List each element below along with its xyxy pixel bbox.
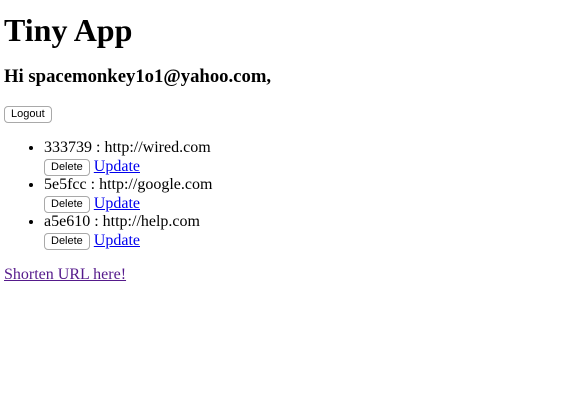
url-item: a5e610 : http://help.com Delete Update (44, 213, 557, 250)
url-id: 333739 (44, 139, 92, 156)
url-actions: Delete Update (44, 194, 557, 213)
url-actions: Delete Update (44, 231, 557, 250)
url-item: 5e5fcc : http://google.com Delete Update (44, 176, 557, 213)
url-id: 5e5fcc (44, 176, 87, 193)
page: Tiny App Hi spacemonkey1o1@yahoo.com, Lo… (0, 0, 561, 284)
delete-button[interactable]: Delete (44, 158, 90, 176)
app-title: Tiny App (4, 12, 133, 48)
delete-button[interactable]: Delete (44, 195, 90, 213)
delete-button[interactable]: Delete (44, 232, 90, 250)
url-separator: : (94, 213, 99, 230)
logout-button[interactable]: Logout (4, 106, 52, 123)
url-long: http://wired.com (104, 139, 211, 156)
url-list: 333739 : http://wired.com Delete Update … (4, 139, 557, 250)
url-actions: Delete Update (44, 157, 557, 176)
url-id: a5e610 (44, 213, 91, 230)
update-link[interactable]: Update (94, 195, 140, 212)
update-link[interactable]: Update (94, 232, 140, 249)
url-separator: : (96, 139, 101, 156)
url-long: http://help.com (102, 213, 200, 230)
url-long: http://google.com (99, 176, 213, 193)
url-item: 333739 : http://wired.com Delete Update (44, 139, 557, 176)
update-link[interactable]: Update (94, 158, 140, 175)
url-separator: : (90, 176, 96, 193)
shorten-url-link[interactable]: Shorten URL here! (4, 266, 557, 284)
greeting: Hi spacemonkey1o1@yahoo.com, (4, 66, 272, 87)
